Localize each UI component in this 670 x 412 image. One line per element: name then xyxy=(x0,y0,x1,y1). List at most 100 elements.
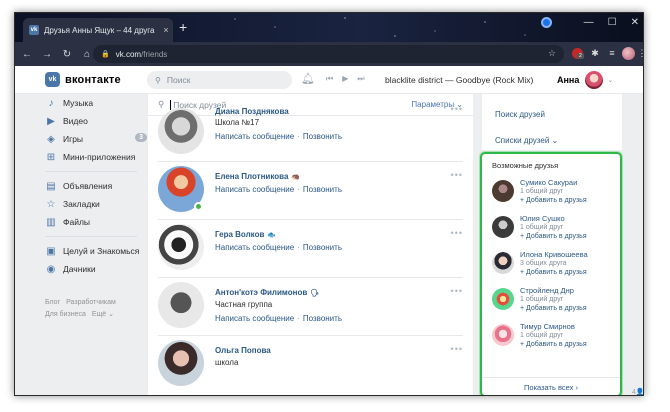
call-link[interactable]: Позвонить xyxy=(303,185,342,194)
account-avatar-icon[interactable] xyxy=(621,46,635,60)
back-icon[interactable]: ← xyxy=(19,49,35,60)
friend-actions: Написать сообщение · Позвонить xyxy=(215,314,342,323)
friend-row: Гера Волков 🐟 Написать сообщение · Позвонить… xyxy=(158,224,463,274)
friend-lists-link[interactable]: Списки друзей ⌄ xyxy=(495,136,558,145)
now-playing-track[interactable]: blacklite district — Goodbye (Rock Mix) xyxy=(385,75,533,85)
add-friend-button[interactable]: + Добавить в друзья xyxy=(520,341,587,348)
vk-logo[interactable]: vk вконтакте xyxy=(45,72,121,87)
gamepad-icon: ◉ xyxy=(46,263,56,275)
user-menu[interactable]: Анна ⌄ xyxy=(557,71,613,89)
puzzle-extensions-icon[interactable]: ✱ xyxy=(588,46,602,60)
write-message-link[interactable]: Написать сообщение xyxy=(215,314,294,323)
suggestion-avatar[interactable] xyxy=(492,180,514,202)
write-message-link[interactable]: Написать сообщение xyxy=(215,185,294,194)
suggestion-item: Тимур Смирнов 1 общий друг + Добавить в др… xyxy=(492,322,617,352)
friend-name[interactable]: Антон'котэ Филимонов 🗣 xyxy=(215,288,319,297)
write-message-link[interactable]: Написать сообщение xyxy=(215,132,294,141)
vk-search-input[interactable]: ⚲ Поиск xyxy=(147,71,292,89)
suggestion-avatar[interactable] xyxy=(492,288,514,310)
friend-avatar[interactable] xyxy=(158,282,204,328)
search-icon: ⚲ xyxy=(155,75,161,85)
tab-close-icon[interactable]: × xyxy=(159,25,173,35)
footer-business-link[interactable]: Для бизнеса xyxy=(45,311,86,318)
vk-logo-icon: vk xyxy=(45,72,60,87)
call-link[interactable]: Позвонить xyxy=(303,314,342,323)
play-icon[interactable]: ▶︎ xyxy=(342,74,348,84)
sidebar-item-ads[interactable]: ▤ Объявления xyxy=(45,177,147,195)
call-link[interactable]: Позвонить xyxy=(303,132,342,141)
prev-track-icon[interactable]: ⏮︎ xyxy=(326,74,333,84)
suggestion-name[interactable]: Стройленд Днр xyxy=(520,286,574,295)
suggestion-name[interactable]: Тимур Смирнов xyxy=(520,322,575,331)
call-link[interactable]: Позвонить xyxy=(303,243,342,252)
row-divider xyxy=(158,219,463,220)
footer-blog-link[interactable]: Блог xyxy=(45,299,60,306)
friend-avatar[interactable] xyxy=(158,108,204,154)
add-friend-button[interactable]: + Добавить в друзья xyxy=(520,197,587,204)
sidebar-item-label: Объявления xyxy=(63,181,113,191)
add-friend-button[interactable]: + Добавить в друзья xyxy=(520,269,587,276)
media-queue-icon[interactable]: ≡ xyxy=(605,46,619,60)
find-friends-link[interactable]: Поиск друзей xyxy=(495,110,545,119)
friend-name[interactable]: Гера Волков 🐟 xyxy=(215,230,276,239)
address-bar[interactable]: 🔒 vk.com/friends ☆ xyxy=(93,45,564,63)
sidebar-item-apps[interactable]: ⊞ Мини-приложения xyxy=(45,148,147,166)
more-actions-icon[interactable]: ••• xyxy=(451,228,463,238)
maximize-icon[interactable]: ☐ xyxy=(608,17,617,28)
close-window-icon[interactable]: ✕ xyxy=(631,17,639,28)
suggestion-avatar[interactable] xyxy=(492,216,514,238)
more-actions-icon[interactable]: ••• xyxy=(451,170,463,180)
friend-row: Елена Плотникова 🦔 Написать сообщение · Позв… xyxy=(158,166,463,216)
friend-avatar[interactable] xyxy=(158,224,204,270)
friend-name[interactable]: Диана Позднякова xyxy=(215,107,289,116)
status-emoji-icon: 🐟 xyxy=(267,232,277,239)
suggestion-avatar[interactable] xyxy=(492,252,514,274)
row-divider xyxy=(158,277,463,278)
ads-icon: ▤ xyxy=(46,180,56,192)
add-friend-button[interactable]: + Добавить в друзья xyxy=(520,305,587,312)
sidebar-item-games[interactable]: ◈ Игры 3 xyxy=(45,130,147,148)
vk-favicon-icon: vk xyxy=(29,25,39,35)
bookmark-star-icon[interactable]: ☆ xyxy=(548,48,556,59)
briefcase-icon: ▣ xyxy=(46,245,56,257)
sidebar-item-video[interactable]: ▶ Видео xyxy=(45,112,147,130)
minimize-icon[interactable]: — xyxy=(584,17,594,28)
separator-dot: · xyxy=(297,314,300,323)
sidebar-item-briefcase[interactable]: ▣ Целуй и Знакомься xyxy=(45,242,147,260)
more-actions-icon[interactable]: ••• xyxy=(451,104,463,114)
sidebar-item-music[interactable]: ♪ Музыка xyxy=(45,94,147,112)
sidebar-item-label: Игры xyxy=(63,134,84,144)
reload-icon[interactable]: ↻ xyxy=(59,49,75,60)
sidebar-item-files[interactable]: ▥ Файлы xyxy=(45,213,147,231)
profile-icon[interactable] xyxy=(540,17,552,28)
suggestion-name[interactable]: Илона Кривошеева xyxy=(520,250,588,259)
friend-subtitle: Частная группа xyxy=(215,300,273,309)
online-indicator xyxy=(194,202,203,211)
friend-name-text: Ольга Попова xyxy=(215,346,271,355)
floating-friends-icon[interactable]: 4👤 xyxy=(632,388,643,395)
notifications-bell-icon[interactable]: 🔔︎ xyxy=(301,72,315,85)
suggestion-name[interactable]: Юлия Сушко xyxy=(520,214,565,223)
footer-developers-link[interactable]: Разработчикам xyxy=(66,299,116,306)
extension-icon[interactable]: 2 xyxy=(570,46,584,60)
friend-name[interactable]: Елена Плотникова 🦔 xyxy=(215,172,300,181)
add-friend-button[interactable]: + Добавить в друзья xyxy=(520,233,587,240)
show-all-button[interactable]: Показать всех › xyxy=(482,383,620,392)
suggestion-name[interactable]: Сумико Сакураи xyxy=(520,178,577,187)
sidebar-item-bookmark[interactable]: ☆ Закладки xyxy=(45,195,147,213)
more-actions-icon[interactable]: ••• xyxy=(451,344,463,354)
suggested-friends-block: Возможные друзья Сумико Сакураи 1 общий д… xyxy=(480,152,622,395)
friend-avatar[interactable] xyxy=(158,340,204,386)
footer-more-link[interactable]: Ещё ⌄ xyxy=(92,311,114,318)
browser-menu-icon[interactable]: ⋮ xyxy=(635,46,644,60)
write-message-link[interactable]: Написать сообщение xyxy=(215,243,294,252)
forward-icon[interactable]: → xyxy=(39,49,55,60)
tab-friends[interactable]: vk Друзья Анны Ящук – 44 друга × xyxy=(23,18,173,42)
new-tab-button[interactable]: + xyxy=(179,20,187,34)
friend-name[interactable]: Ольга Попова xyxy=(215,346,271,355)
more-actions-icon[interactable]: ••• xyxy=(451,286,463,296)
sidebar-item-gamepad[interactable]: ◉ Дачники xyxy=(45,260,147,278)
friend-actions: Написать сообщение · Позвонить xyxy=(215,132,342,141)
next-track-icon[interactable]: ⏭︎ xyxy=(357,74,364,84)
suggestion-avatar[interactable] xyxy=(492,324,514,346)
